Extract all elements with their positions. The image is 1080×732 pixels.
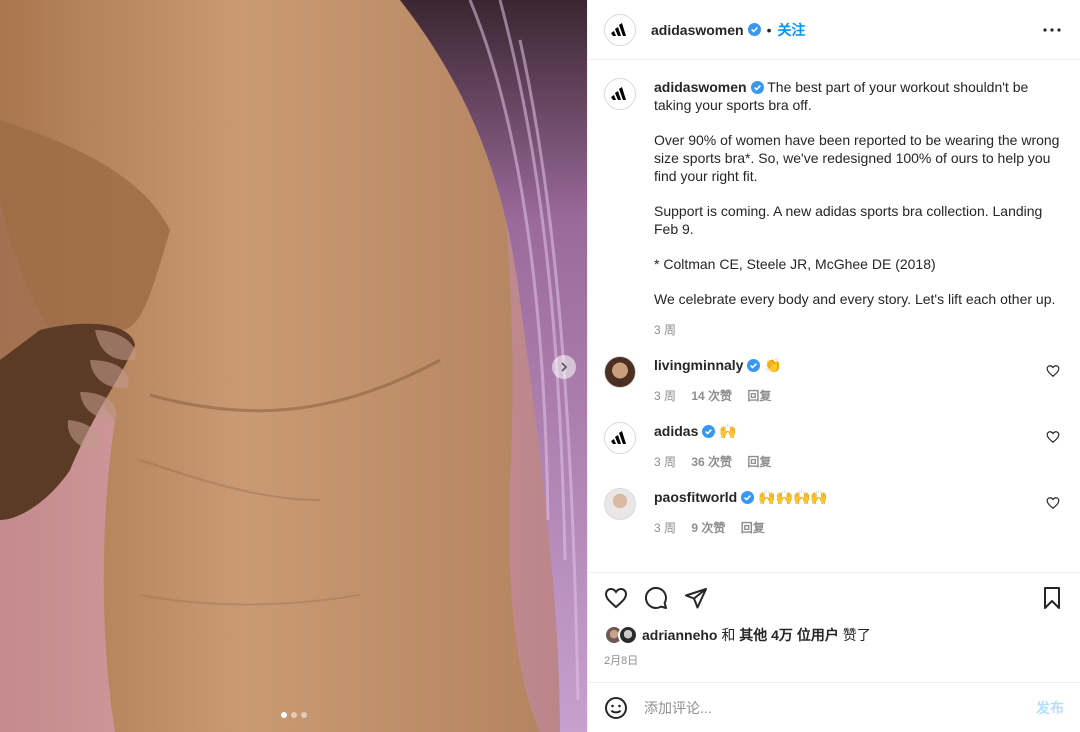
- avatar[interactable]: [604, 488, 636, 520]
- next-photo-button[interactable]: [552, 355, 576, 379]
- liker-username[interactable]: adrianneho: [642, 627, 717, 643]
- verified-badge-icon: [747, 359, 761, 372]
- post-panel: adidaswomen • 关注 adidaswomen The best pa…: [587, 0, 1080, 732]
- avatar[interactable]: [604, 13, 636, 46]
- comment-text: 🙌🙌🙌🙌: [758, 489, 828, 505]
- comment-text: 👏: [764, 357, 782, 373]
- like-icon[interactable]: [604, 586, 628, 610]
- comment-likes[interactable]: 9 次赞: [691, 521, 725, 535]
- verified-badge-icon: [750, 81, 764, 94]
- separator: •: [766, 21, 772, 38]
- like-comment-icon[interactable]: [1046, 430, 1060, 444]
- comment-time[interactable]: 3 周: [654, 389, 676, 403]
- comment-item: adidas 🙌 3 周 36 次赞 回复: [604, 422, 1064, 471]
- caption-time[interactable]: 3 周: [654, 323, 676, 337]
- comment-text: 🙌: [719, 423, 737, 439]
- comment-input[interactable]: [644, 699, 1036, 716]
- caption-paragraph: Support is coming. A new adidas sports b…: [654, 203, 1043, 237]
- comment-item: paosfitworld 🙌🙌🙌🙌 3 周 9 次赞 回复: [604, 488, 1064, 537]
- carousel-dot: [281, 712, 287, 718]
- like-comment-icon[interactable]: [1046, 496, 1060, 510]
- likes-summary: adrianneho 和 其他 4万 位用户 赞了: [604, 625, 1064, 645]
- action-icons: [604, 573, 1064, 623]
- comment-time[interactable]: 3 周: [654, 521, 676, 535]
- comment-username[interactable]: paosfitworld: [654, 489, 737, 505]
- add-comment-bar: 发布: [588, 682, 1080, 732]
- likes-joiner: 和: [721, 627, 736, 643]
- comment-item: livingminnaly 👏 3 周 14 次赞 回复: [604, 356, 1064, 405]
- post-comment-button[interactable]: 发布: [1036, 698, 1064, 718]
- share-icon[interactable]: [684, 586, 708, 610]
- caption-text: adidaswomen The best part of your workou…: [654, 78, 1064, 339]
- comment-body: paosfitworld 🙌🙌🙌🙌 3 周 9 次赞 回复: [654, 488, 1064, 537]
- comment-body: adidas 🙌 3 周 36 次赞 回复: [654, 422, 1064, 471]
- carousel-indicator: [281, 712, 307, 718]
- more-options-button[interactable]: [1040, 18, 1064, 42]
- carousel-dot: [291, 712, 297, 718]
- like-comment-icon[interactable]: [1046, 364, 1060, 378]
- post-date[interactable]: 2月8日: [604, 652, 1064, 668]
- chevron-right-icon: [561, 362, 568, 372]
- photo-illustration: [0, 0, 587, 732]
- author-username[interactable]: adidaswomen: [651, 22, 744, 38]
- comment-meta: 3 周 9 次赞 回复: [654, 519, 1064, 537]
- follow-button[interactable]: 关注: [778, 20, 806, 40]
- adidas-logo-icon: [611, 431, 626, 444]
- caption-username[interactable]: adidaswomen: [654, 79, 747, 95]
- likes-others[interactable]: 其他 4万 位用户: [739, 627, 839, 643]
- reply-button[interactable]: 回复: [747, 389, 771, 403]
- reply-button[interactable]: 回复: [747, 455, 771, 469]
- more-icon: [1043, 27, 1061, 32]
- caption-paragraph: Over 90% of women have been reported to …: [654, 132, 1060, 184]
- verified-badge-icon: [747, 23, 761, 36]
- reply-button[interactable]: 回复: [741, 521, 765, 535]
- adidas-logo-icon: [611, 22, 626, 36]
- emoji-icon[interactable]: [604, 696, 628, 720]
- verified-badge-icon: [702, 425, 716, 438]
- caption: adidaswomen The best part of your workou…: [604, 78, 1064, 339]
- post-photo[interactable]: [0, 0, 587, 732]
- post-actions: adrianneho 和 其他 4万 位用户 赞了 2月8日: [588, 572, 1080, 682]
- comments-section[interactable]: adidaswomen The best part of your workou…: [588, 60, 1080, 572]
- likes-suffix: 赞了: [842, 627, 871, 643]
- post-header: adidaswomen • 关注: [588, 0, 1080, 60]
- avatar[interactable]: [604, 78, 636, 110]
- likes-text: adrianneho 和 其他 4万 位用户 赞了: [642, 625, 871, 645]
- comment-likes[interactable]: 14 次赞: [691, 389, 732, 403]
- caption-paragraph: * Coltman CE, Steele JR, McGhee DE (2018…: [654, 256, 936, 272]
- avatar[interactable]: [604, 356, 636, 388]
- comment-meta: 3 周 14 次赞 回复: [654, 387, 1064, 405]
- comment-time[interactable]: 3 周: [654, 455, 676, 469]
- comment-icon[interactable]: [644, 586, 668, 610]
- liker-avatar[interactable]: [618, 625, 638, 645]
- comment-likes[interactable]: 36 次赞: [691, 455, 732, 469]
- comment-username[interactable]: livingminnaly: [654, 357, 743, 373]
- comment-username[interactable]: adidas: [654, 423, 698, 439]
- comment-meta: 3 周 36 次赞 回复: [654, 453, 1064, 471]
- caption-meta: 3 周: [654, 321, 1064, 339]
- verified-badge-icon: [741, 491, 755, 504]
- carousel-dot: [301, 712, 307, 718]
- comment-body: livingminnaly 👏 3 周 14 次赞 回复: [654, 356, 1064, 405]
- adidas-logo-icon: [611, 87, 626, 100]
- bookmark-icon[interactable]: [1040, 586, 1064, 610]
- avatar[interactable]: [604, 422, 636, 454]
- caption-paragraph: We celebrate every body and every story.…: [654, 291, 1056, 307]
